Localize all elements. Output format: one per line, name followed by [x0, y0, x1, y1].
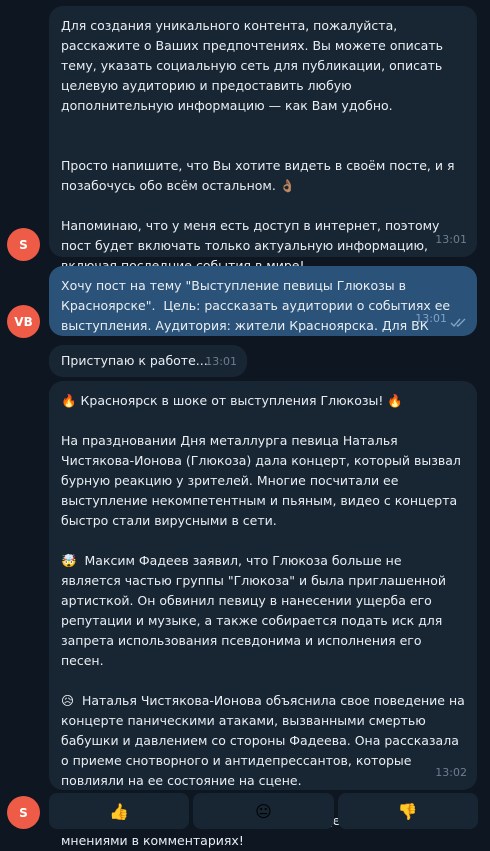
- bot-message-status: Приступаю к работе... 13:01: [49, 345, 247, 377]
- thumbs-up-button[interactable]: 👍: [49, 793, 190, 829]
- message-time: 13:01: [415, 312, 447, 325]
- message-time: 13:01: [435, 233, 467, 246]
- user-avatar[interactable]: VB: [7, 305, 40, 338]
- message-time: 13:01: [205, 355, 237, 368]
- thumbs-down-button[interactable]: 👎: [337, 793, 478, 829]
- message-time: 13:02: [435, 766, 467, 779]
- message-text: Хочу пост на тему "Выступление певицы Гл…: [61, 278, 455, 333]
- message-text: 🔥 Красноярск в шоке от выступления Глюко…: [61, 393, 465, 848]
- avatar-initials: S: [19, 237, 28, 252]
- reaction-buttons: 👍 😐 👎: [49, 793, 478, 829]
- thumbs-down-icon: 👎: [397, 801, 418, 821]
- thumbs-up-icon: 👍: [109, 801, 130, 821]
- bot-message-intro: Для создания уникального контента, пожал…: [49, 6, 477, 273]
- neutral-face-button[interactable]: 😐: [193, 793, 334, 829]
- neutral-face-icon: 😐: [255, 801, 272, 821]
- message-text: Для создания уникального контента, пожал…: [61, 18, 455, 273]
- bot-avatar[interactable]: S: [7, 796, 40, 829]
- avatar-initials: S: [19, 805, 28, 820]
- user-message-request: Хочу пост на тему "Выступление певицы Гл…: [49, 266, 477, 336]
- read-checkmarks-icon: [450, 318, 466, 328]
- bot-message-post: 🔥 Красноярск в шоке от выступления Глюко…: [49, 381, 477, 848]
- bot-avatar[interactable]: S: [7, 228, 40, 261]
- avatar-initials: VB: [14, 314, 33, 329]
